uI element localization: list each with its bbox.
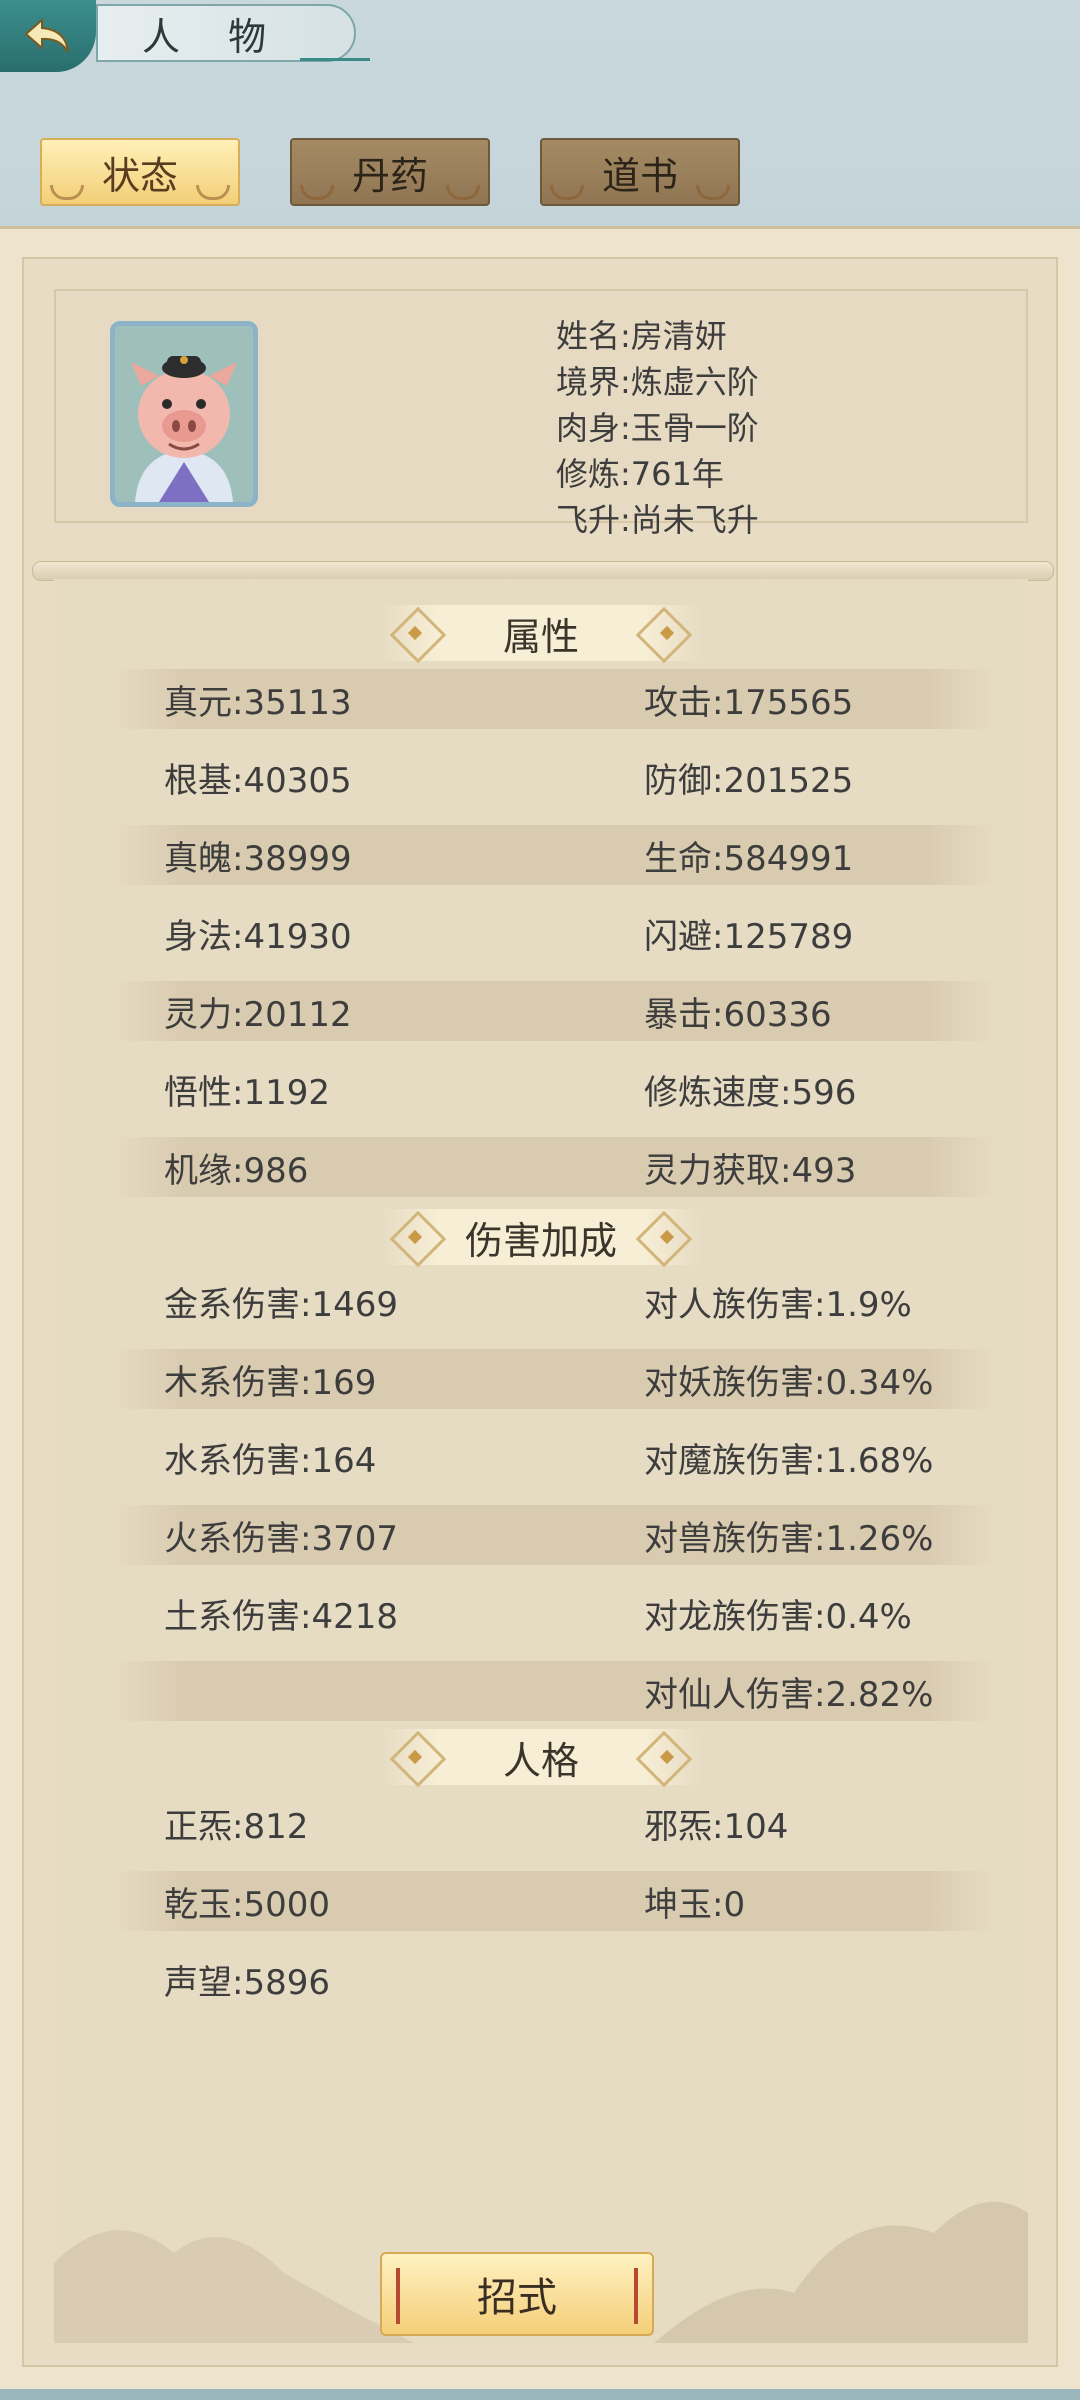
- stats-scroll-area[interactable]: 属性 真元:35113 攻击:175565 根基:40305 防御:201525…: [54, 579, 1028, 2343]
- stat-row: 真魄:38999 生命:584991: [114, 825, 994, 885]
- stat-left: 乾玉:5000: [164, 1884, 330, 1925]
- section-title-text: 人格: [502, 1738, 579, 1783]
- back-arrow-icon: [24, 17, 69, 53]
- stat-row: 真元:35113 攻击:175565: [114, 669, 994, 729]
- stat-left: 悟性:1192: [164, 1072, 330, 1113]
- section-title-personality: 人格: [380, 1729, 702, 1788]
- profile-realm: 境界:炼虚六阶: [556, 363, 759, 401]
- panel-inner: 姓名:房清妍 境界:炼虚六阶 肉身:玉骨一阶 修炼:761年 飞升:尚未飞升 属…: [22, 257, 1058, 2367]
- stat-row: 根基:40305 防御:201525: [114, 747, 994, 807]
- stat-row: 正炁:812 邪炁:104: [114, 1793, 994, 1853]
- profile-info: 姓名:房清妍 境界:炼虚六阶 肉身:玉骨一阶 修炼:761年 飞升:尚未飞升: [556, 313, 759, 543]
- section-title-attributes: 属性: [380, 605, 702, 664]
- stat-right: 攻击:175565: [644, 682, 854, 723]
- stat-left: 水系伤害:164: [164, 1440, 377, 1481]
- stat-row: 机缘:986 灵力获取:493: [114, 1137, 994, 1197]
- stat-right: 邪炁:104: [644, 1806, 789, 1847]
- stat-left: 火系伤害:3707: [164, 1518, 398, 1559]
- stat-right: 暴击:60336: [644, 994, 832, 1035]
- stat-row: 身法:41930 闪避:125789: [114, 903, 994, 963]
- scroll-rod-decoration: [32, 561, 1054, 581]
- stat-right: 对兽族伤害:1.26%: [644, 1518, 934, 1559]
- stat-right: 对人族伤害:1.9%: [644, 1284, 912, 1325]
- stat-row: 水系伤害:164 对魔族伤害:1.68%: [114, 1427, 994, 1487]
- stat-right: 闪避:125789: [644, 916, 854, 957]
- tab-pills[interactable]: 丹药: [290, 138, 490, 206]
- stat-row: 火系伤害:3707 对兽族伤害:1.26%: [114, 1505, 994, 1565]
- stat-row: 声望:5896: [114, 1949, 994, 2009]
- stat-left: 声望:5896: [164, 1962, 330, 2003]
- stat-right: 对魔族伤害:1.68%: [644, 1440, 934, 1481]
- section-title-damage: 伤害加成: [380, 1209, 702, 1268]
- stat-left: 正炁:812: [164, 1806, 309, 1847]
- tab-status[interactable]: 状态: [40, 138, 240, 206]
- profile-name: 姓名:房清妍: [556, 317, 727, 355]
- pig-character-icon: [115, 326, 253, 502]
- stat-left: 机缘:986: [164, 1150, 309, 1191]
- tab-bar: 状态 丹药 道书: [40, 138, 740, 206]
- stat-left: 灵力:20112: [164, 994, 352, 1035]
- stat-left: 木系伤害:169: [164, 1362, 377, 1403]
- stat-left: 真元:35113: [164, 682, 352, 723]
- stat-right: 对仙人伤害:2.82%: [644, 1674, 934, 1715]
- stat-right: 灵力获取:493: [644, 1150, 857, 1191]
- stat-row: 土系伤害:4218 对龙族伤害:0.4%: [114, 1583, 994, 1643]
- back-button[interactable]: [0, 0, 96, 72]
- stat-right: 对龙族伤害:0.4%: [644, 1596, 912, 1637]
- stat-row: 乾玉:5000 坤玉:0: [114, 1871, 994, 1931]
- stat-left: 真魄:38999: [164, 838, 352, 879]
- stat-right: 生命:584991: [644, 838, 854, 879]
- stat-row: 悟性:1192 修炼速度:596: [114, 1059, 994, 1119]
- profile-body: 肉身:玉骨一阶: [556, 409, 759, 447]
- profile-cultivation: 修炼:761年: [556, 455, 724, 493]
- section-title-text: 属性: [502, 614, 579, 659]
- stat-left: 根基:40305: [164, 760, 352, 801]
- avatar[interactable]: [110, 321, 258, 507]
- profile-ascension: 飞升:尚未飞升: [556, 501, 759, 539]
- stat-left: 身法:41930: [164, 916, 352, 957]
- top-bar: 人 物: [0, 0, 1080, 72]
- character-panel: 姓名:房清妍 境界:炼虚六阶 肉身:玉骨一阶 修炼:761年 飞升:尚未飞升 属…: [0, 226, 1080, 2389]
- stat-left: 土系伤害:4218: [164, 1596, 398, 1637]
- page-title: 人 物: [96, 4, 356, 62]
- section-title-text: 伤害加成: [464, 1218, 617, 1263]
- stat-right: 修炼速度:596: [644, 1072, 857, 1113]
- tab-books[interactable]: 道书: [540, 138, 740, 206]
- stat-left: 金系伤害:1469: [164, 1284, 398, 1325]
- stat-row: 金系伤害:1469 对人族伤害:1.9%: [114, 1271, 994, 1331]
- stat-right: 防御:201525: [644, 760, 854, 801]
- stat-right: 对妖族伤害:0.34%: [644, 1362, 934, 1403]
- moves-button[interactable]: 招式: [380, 2252, 654, 2336]
- stat-right: 坤玉:0: [644, 1884, 746, 1925]
- title-underline: [300, 58, 370, 61]
- stat-row: 木系伤害:169 对妖族伤害:0.34%: [114, 1349, 994, 1409]
- profile-card: 姓名:房清妍 境界:炼虚六阶 肉身:玉骨一阶 修炼:761年 飞升:尚未飞升: [54, 289, 1028, 539]
- stat-row: 对仙人伤害:2.82%: [114, 1661, 994, 1721]
- stat-row: 灵力:20112 暴击:60336: [114, 981, 994, 1041]
